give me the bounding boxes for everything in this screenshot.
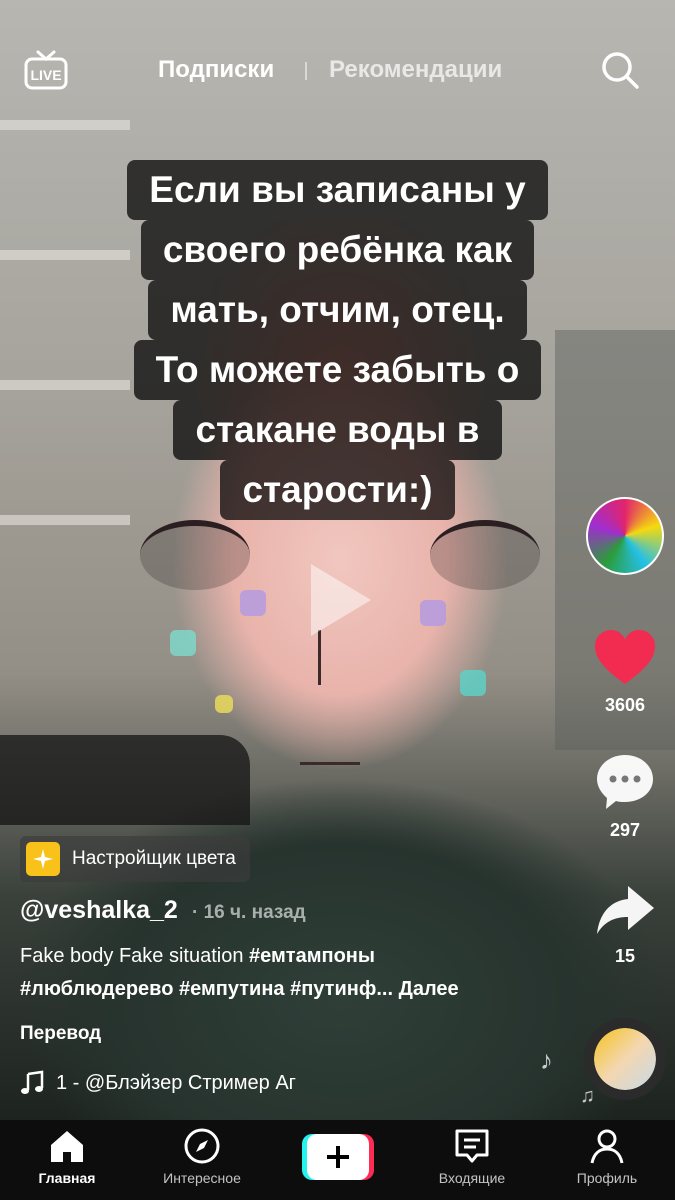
nav-discover[interactable]: Интересное xyxy=(142,1126,262,1186)
compass-icon xyxy=(184,1128,220,1164)
music-note-icon: ♪ xyxy=(540,1045,553,1075)
creator-avatar[interactable] xyxy=(586,497,664,575)
play-icon[interactable] xyxy=(305,560,375,640)
sticker xyxy=(215,695,233,713)
post-description-line2: #люблюдерево #емпутина #путинф... Далее xyxy=(20,978,459,1001)
nav-home[interactable]: Главная xyxy=(7,1126,127,1186)
caption-line: Если вы записаны у xyxy=(127,160,548,220)
caption-line: То можете забыть о xyxy=(133,340,542,400)
post-description: Fake body Fake situation #емтампоны xyxy=(20,945,375,968)
nav-home-label: Главная xyxy=(38,1170,96,1186)
caption-line: своего ребёнка как xyxy=(140,220,535,280)
like-count: 3606 xyxy=(604,695,646,715)
video-caption: Если вы записаны у своего ребёнка как ма… xyxy=(0,160,675,520)
comment-count: 297 xyxy=(609,820,641,840)
share-count: 15 xyxy=(614,946,636,966)
bottom-nav: Главная Интересное Входящие Профиль xyxy=(0,1120,675,1200)
profile-icon xyxy=(590,1129,624,1164)
search-icon[interactable] xyxy=(600,50,640,90)
create-button[interactable] xyxy=(302,1134,374,1180)
live-icon[interactable]: LIVE xyxy=(24,50,68,90)
hashtag[interactable]: #люблюдерево xyxy=(20,978,173,1000)
description-text: Fake body Fake situation xyxy=(20,945,250,967)
left-eye xyxy=(140,520,250,590)
music-info[interactable]: 1 - @Блэйзер Стример Аг xyxy=(20,1068,360,1098)
chair-back xyxy=(0,735,250,825)
music-title: 1 - @Блэйзер Стример Аг xyxy=(56,1071,296,1094)
hashtag[interactable]: #путинф... xyxy=(290,978,393,1000)
sticker xyxy=(420,600,446,626)
comment-icon[interactable] xyxy=(594,752,656,812)
caption-line: стакане воды в xyxy=(173,400,502,460)
home-icon xyxy=(51,1131,83,1162)
nav-profile-label: Профиль xyxy=(576,1170,638,1186)
music-note-icon: ♫ xyxy=(580,1085,595,1107)
hashtag[interactable]: #емпутина xyxy=(179,978,285,1000)
sticker xyxy=(240,590,266,616)
music-cover xyxy=(594,1028,656,1090)
effect-label: Настройщик цвета xyxy=(72,848,236,869)
effect-chip[interactable]: Настройщик цвета xyxy=(20,836,250,882)
author-username[interactable]: @veshalka_2 xyxy=(20,896,178,925)
heart-icon[interactable] xyxy=(593,628,657,686)
right-eye xyxy=(430,520,540,590)
live-label: LIVE xyxy=(30,67,61,83)
caption-line: старости:) xyxy=(220,460,455,520)
nav-discover-label: Интересное xyxy=(163,1170,241,1186)
nav-profile[interactable]: Профиль xyxy=(547,1126,667,1186)
sticker xyxy=(170,630,196,656)
music-note-icon xyxy=(21,1070,44,1094)
inbox-icon xyxy=(455,1129,489,1163)
share-icon[interactable] xyxy=(594,882,656,938)
sticker xyxy=(460,670,486,696)
more-link[interactable]: Далее xyxy=(399,978,459,1000)
nav-inbox-label: Входящие xyxy=(438,1170,506,1186)
translate-link[interactable]: Перевод xyxy=(20,1023,101,1045)
caption-line: мать, отчим, отец. xyxy=(148,280,527,340)
music-disc[interactable] xyxy=(584,1018,666,1100)
mouth xyxy=(300,762,360,768)
post-time: · 16 ч. назад xyxy=(192,902,306,923)
shelf xyxy=(0,120,130,130)
hashtag[interactable]: #емтампоны xyxy=(249,945,375,967)
nav-inbox[interactable]: Входящие xyxy=(412,1126,532,1186)
tab-for-you[interactable]: Рекомендации xyxy=(329,56,502,84)
effect-sparkle-icon xyxy=(26,842,60,876)
top-nav: LIVE Подписки Рекомендации xyxy=(0,40,675,100)
tab-following[interactable]: Подписки xyxy=(158,56,274,84)
tab-divider xyxy=(305,62,307,80)
